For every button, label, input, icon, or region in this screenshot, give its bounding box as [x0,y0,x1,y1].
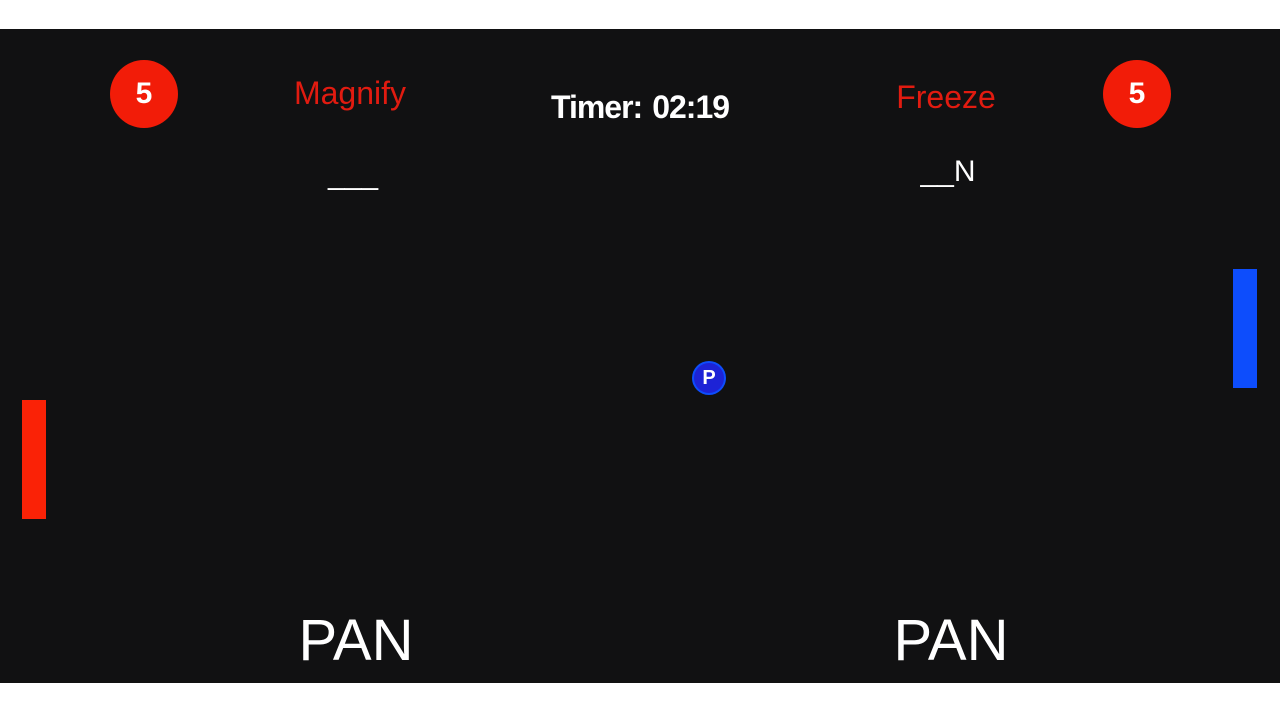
right-player-score-badge: 5 [1103,60,1171,128]
right-player-word-progress: __N [920,155,976,188]
game-board: 5 Magnify Timer: 02:19 Freeze 5 ___ __N P… [0,29,1280,683]
left-player-word-progress: ___ [327,158,379,191]
left-paddle[interactable] [22,400,46,519]
right-player-target-word: PAN [893,608,1009,673]
left-player-target-word: PAN [298,608,414,673]
timer-label: Timer: [550,89,643,125]
letter-ball: P [694,363,724,393]
game-timer: Timer: 02:19 [500,89,780,126]
left-player-powerup-label: Magnify [293,75,407,111]
right-player-powerup-label: Freeze [896,79,996,115]
right-paddle[interactable] [1233,269,1257,388]
left-player-score-badge: 5 [110,60,178,128]
timer-value: 02:19 [652,89,730,125]
